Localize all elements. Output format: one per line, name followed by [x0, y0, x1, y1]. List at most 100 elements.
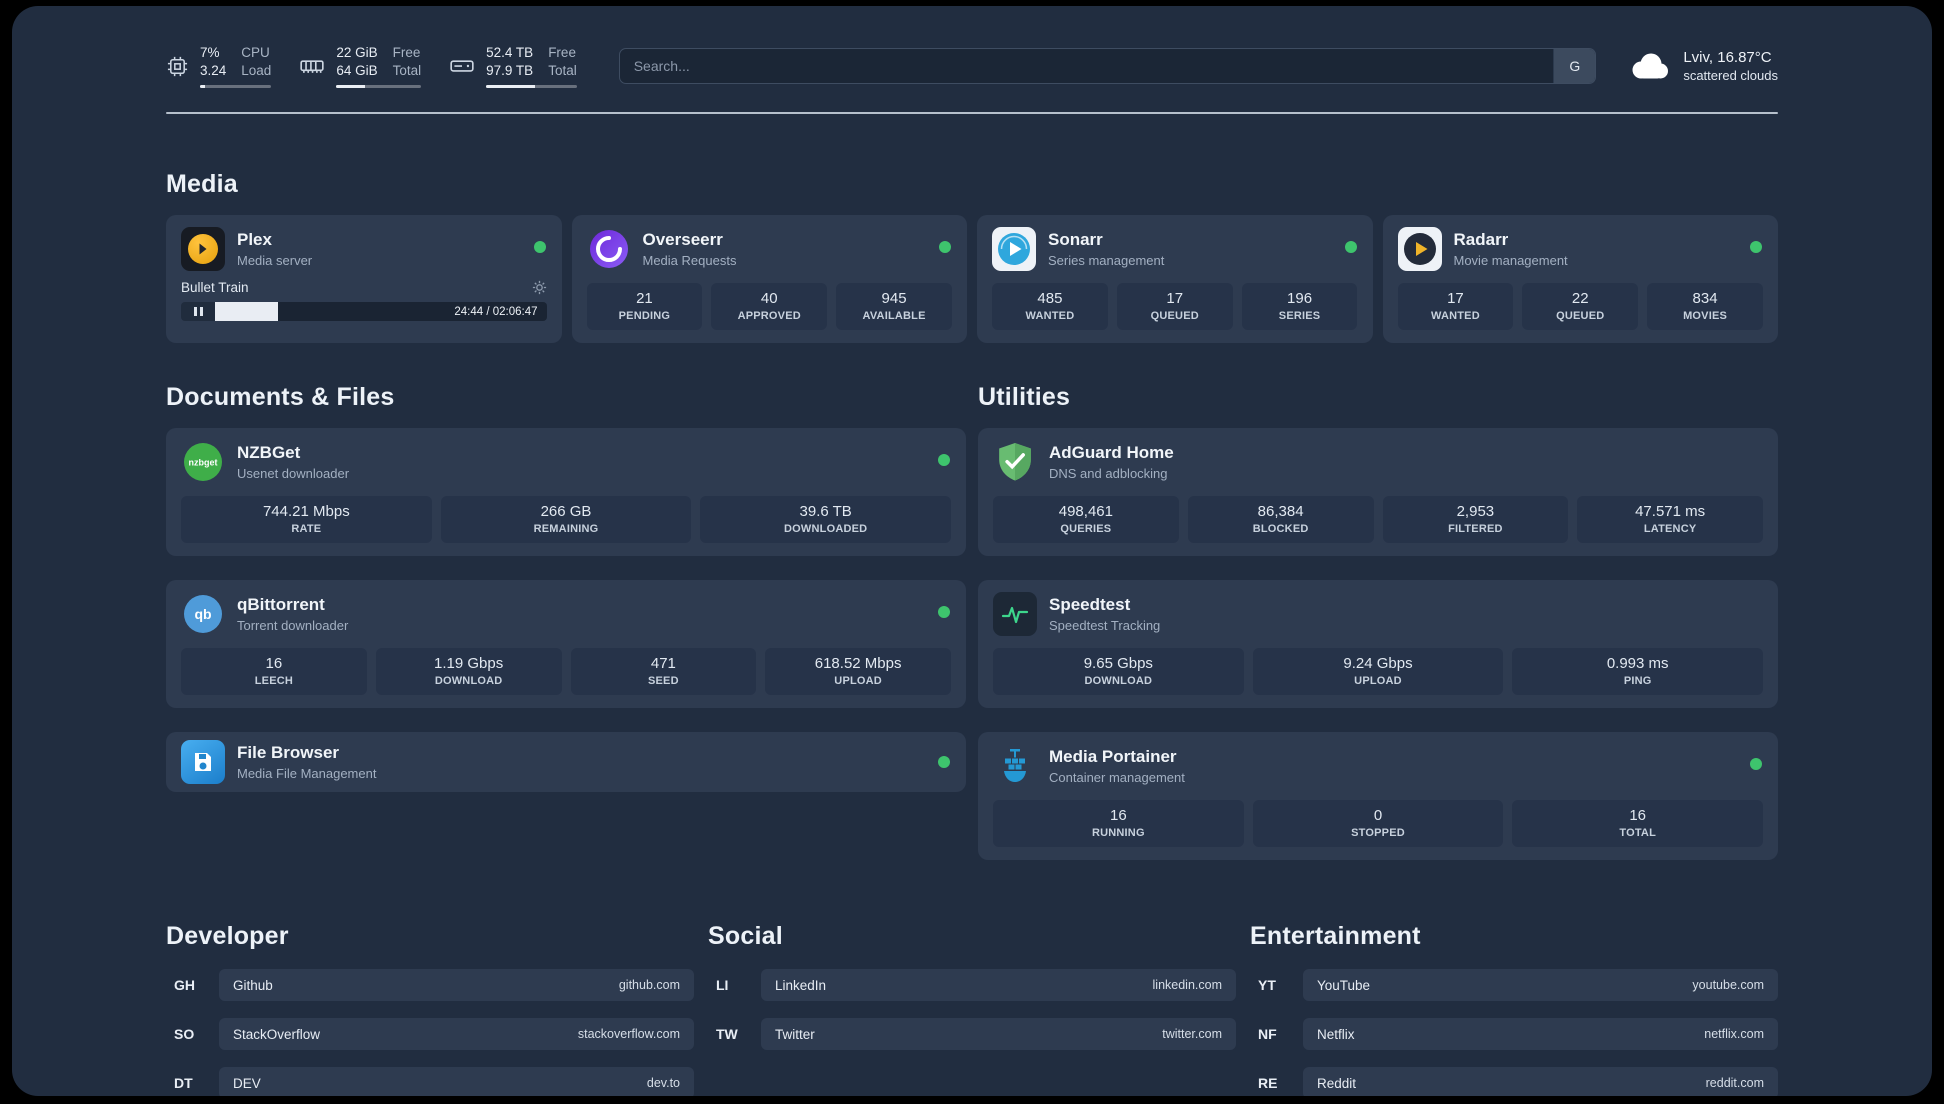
stat-label: WANTED [1025, 310, 1075, 323]
dashboard-panel: 7% 3.24 CPU Load 22 GiB 64 GiB Free Tota… [12, 6, 1932, 1096]
bookmark-link-netflix[interactable]: Netflix netflix.com [1303, 1018, 1778, 1051]
bookmark-name: Reddit [1317, 1075, 1357, 1091]
ram-total-value: 64 GiB [336, 63, 378, 79]
stat-wanted: 485 WANTED [992, 283, 1108, 331]
qbittorrent-card[interactable]: qb qBittorrent Torrent downloader 16 LEE… [166, 580, 966, 709]
bookmark-link-linkedin[interactable]: LinkedIn linkedin.com [761, 969, 1236, 1002]
stat-value: 945 [881, 290, 907, 308]
stat-label: DOWNLOADED [784, 523, 868, 536]
bookmark-row: TW Twitter twitter.com [708, 1018, 1236, 1051]
stat-label: PENDING [618, 310, 671, 323]
status-dot [533, 241, 546, 254]
nzbget-card[interactable]: nzbget NZBGet Usenet downloader 744.21 M… [166, 428, 966, 557]
bookmarks-grid: Developer GH Github github.com SO StackO… [166, 922, 1778, 1096]
bookmark-link-github[interactable]: Github github.com [219, 969, 694, 1002]
bookmark-url: netflix.com [1704, 1027, 1764, 1042]
pause-button[interactable] [181, 302, 215, 322]
section-utilities: Utilities AdGuard Home DNS and adblockin… [978, 383, 1778, 861]
stat-value: 485 [1037, 290, 1063, 308]
stat-label: TOTAL [1619, 827, 1656, 840]
adguard-stats: 498,461 QUERIES 86,384 BLOCKED 2,953 FIL… [993, 496, 1763, 544]
app-subtitle: Media server [237, 253, 313, 269]
qbittorrent-icon-text: qb [194, 606, 211, 622]
bookmark-group-social: Social LI LinkedIn linkedin.com TW Twitt… [708, 922, 1236, 1067]
stat-value: 0 [1373, 807, 1383, 825]
cpu-readout: 7% 3.24 CPU Load [200, 44, 272, 89]
stat-label: FILTERED [1448, 523, 1503, 536]
bookmark-link-stackoverflow[interactable]: StackOverflow stackoverflow.com [219, 1018, 694, 1051]
playback-progress-bar[interactable]: 24:44 / 02:06:47 [215, 302, 547, 322]
stat-label: QUEUED [1150, 310, 1199, 323]
bookmark-link-dev[interactable]: DEV dev.to [219, 1067, 694, 1096]
filebrowser-card[interactable]: File Browser Media File Management [166, 732, 966, 793]
bookmark-row: DT DEV dev.to [166, 1067, 694, 1096]
stat-approved: 40 APPROVED [711, 283, 828, 331]
plex-icon [181, 227, 225, 272]
stat-value: 16 [1109, 807, 1127, 825]
bookmark-url: twitter.com [1162, 1027, 1222, 1042]
stat-value: 266 GB [540, 503, 592, 521]
stat-label: SERIES [1278, 310, 1321, 323]
nzbget-icon-text: nzbget [189, 458, 218, 468]
media-grid: Plex Media server Bullet Train 24:44 / 0… [166, 215, 1778, 344]
bookmark-url: reddit.com [1705, 1076, 1764, 1091]
portainer-card[interactable]: Media Portainer Container management 16 … [978, 732, 1778, 861]
app-name: Sonarr [1048, 230, 1103, 250]
ram-icon [299, 53, 325, 79]
stat-value: 2,953 [1456, 503, 1495, 521]
adguard-card[interactable]: AdGuard Home DNS and adblocking 498,461 … [978, 428, 1778, 557]
stat-value: 21 [636, 290, 653, 308]
status-dot [1344, 241, 1357, 254]
cpu-load-value: 3.24 [200, 63, 227, 79]
bookmark-abbr: LI [716, 977, 729, 994]
app-name: Speedtest [1049, 595, 1131, 615]
bookmark-url: linkedin.com [1152, 978, 1222, 993]
speedtest-stats: 9.65 Gbps DOWNLOAD 9.24 Gbps UPLOAD 0.99… [993, 648, 1764, 696]
search-engine-button[interactable]: G [1553, 49, 1596, 84]
sonarr-card[interactable]: Sonarr Series management 485 WANTED 17 Q… [977, 215, 1373, 344]
stat-value: 744.21 Mbps [262, 503, 350, 521]
bookmark-abbr: DT [174, 1075, 193, 1092]
app-name: Overseerr [642, 230, 723, 250]
app-name: Radarr [1453, 230, 1509, 250]
radarr-card[interactable]: Radarr Movie management 17 WANTED 22 QUE… [1382, 215, 1778, 344]
sonarr-icon [992, 227, 1036, 272]
speedtest-card[interactable]: Speedtest Speedtest Tracking 9.65 Gbps D… [978, 580, 1778, 709]
stat-label: MOVIES [1683, 310, 1728, 323]
stat-value: 196 [1287, 290, 1313, 308]
overseerr-meta: Overseerr Media Requests [643, 230, 737, 268]
disk-widget: 52.4 TB 97.9 TB Free Total [449, 44, 577, 89]
radarr-meta: Radarr Movie management [1454, 230, 1568, 268]
stat-value: 17 [1166, 290, 1184, 308]
sonarr-meta: Sonarr Series management [1048, 230, 1164, 268]
bookmark-name: LinkedIn [775, 977, 827, 993]
search-input[interactable] [619, 49, 1554, 84]
stat-value: 1.19 Gbps [434, 655, 504, 673]
media-player: 24:44 / 02:06:47 [181, 302, 547, 322]
stat-ping: 0.993 ms PING [1512, 648, 1764, 696]
plex-card[interactable]: Plex Media server Bullet Train 24:44 / 0… [166, 215, 562, 344]
stat-label: LATENCY [1643, 523, 1697, 536]
bookmark-row: GH Github github.com [166, 969, 694, 1002]
overseerr-card[interactable]: Overseerr Media Requests 21 PENDING 40 A… [571, 215, 967, 344]
bookmark-name: Twitter [775, 1026, 815, 1042]
bookmark-link-reddit[interactable]: Reddit reddit.com [1303, 1067, 1778, 1096]
cpu-usage-value: 7% [200, 45, 220, 60]
disk-total-label: Total [548, 63, 577, 79]
stat-value: 9.24 Gbps [1343, 655, 1413, 673]
bookmark-link-youtube[interactable]: YouTube youtube.com [1303, 969, 1778, 1002]
bookmark-group-entertainment: Entertainment YT YouTube youtube.com NF [1250, 922, 1778, 1096]
qbittorrent-icon: qb [181, 592, 225, 636]
app-name: NZBGet [237, 443, 301, 463]
radarr-icon [1397, 227, 1442, 272]
disk-readout: 52.4 TB 97.9 TB Free Total [486, 44, 577, 89]
bookmark-name: YouTube [1317, 977, 1371, 993]
app-subtitle: Torrent downloader [237, 618, 349, 634]
bookmark-link-twitter[interactable]: Twitter twitter.com [761, 1018, 1236, 1051]
gear-icon[interactable] [532, 280, 547, 295]
app-name: qBittorrent [237, 595, 325, 615]
section-title-media: Media [166, 170, 238, 199]
bookmark-url: dev.to [646, 1076, 680, 1091]
weather-location: Lviv, 16.87°C [1683, 49, 1772, 67]
bookmark-group-developer: Developer GH Github github.com SO StackO… [166, 922, 694, 1096]
